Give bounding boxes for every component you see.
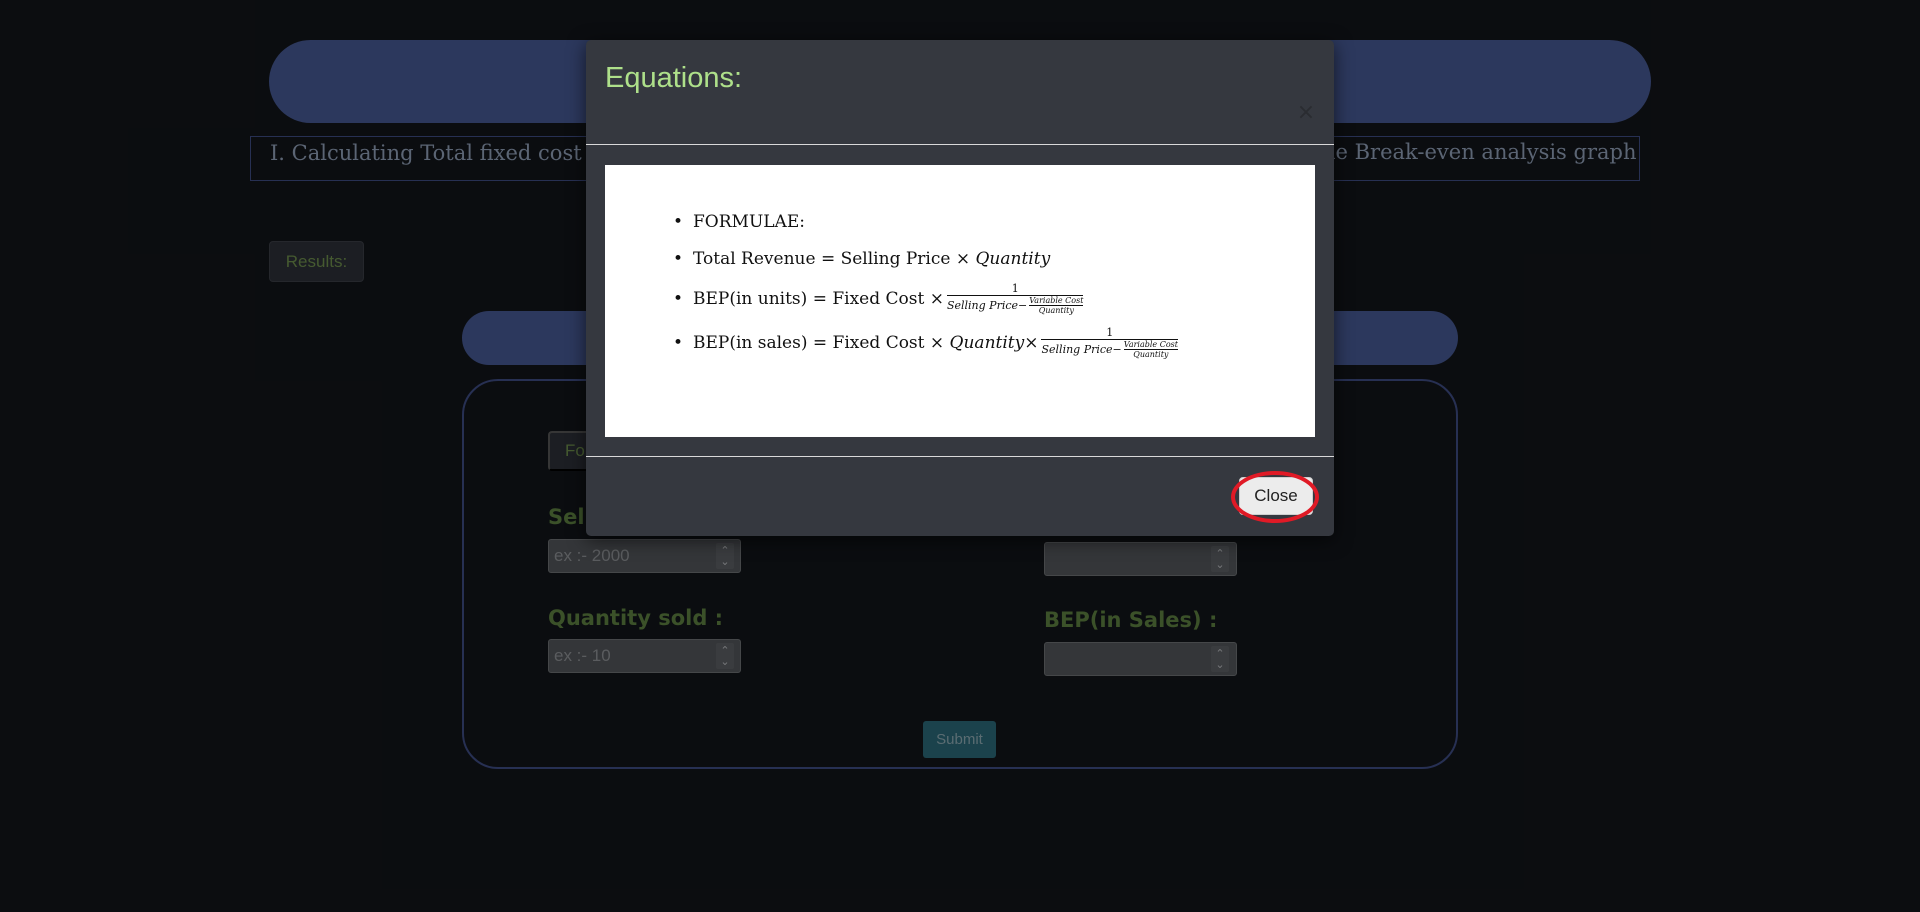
modal-title: Equations: — [605, 62, 743, 94]
equation-item: FORMULAE: — [673, 203, 1178, 240]
modal-footer-divider — [586, 456, 1334, 457]
close-button[interactable]: Close — [1239, 477, 1313, 515]
equations-image: FORMULAE: Total Revenue = Selling Price … — [605, 165, 1315, 437]
equation-item: BEP(in sales) = Fixed Cost × Quantity× 1… — [673, 321, 1178, 365]
equations-list: FORMULAE: Total Revenue = Selling Price … — [673, 203, 1178, 365]
equations-modal: Equations: × FORMULAE: Total Revenue = S… — [586, 40, 1334, 536]
close-icon[interactable]: × — [1294, 98, 1318, 126]
equation-item: BEP(in units) = Fixed Cost × 1 Selling P… — [673, 277, 1178, 321]
equation-item: Total Revenue = Selling Price × Quantity — [673, 240, 1178, 277]
modal-header-divider — [586, 144, 1334, 145]
fraction: 1 Selling Price− Variable Cost Quantity — [946, 282, 1084, 315]
fraction: 1 Selling Price− Variable Cost Quantity — [1041, 326, 1178, 359]
